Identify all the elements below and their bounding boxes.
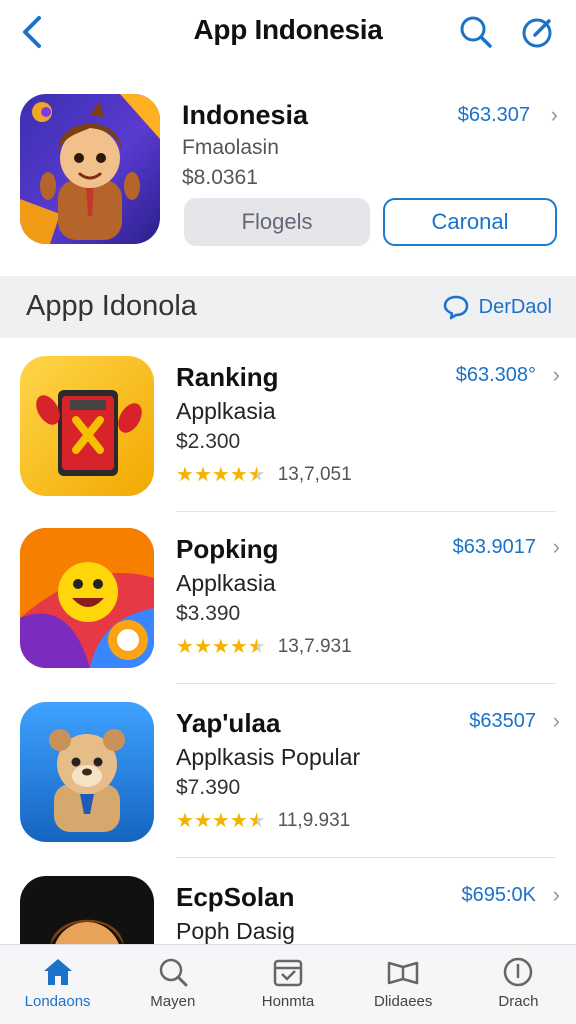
featured-secondary-button[interactable]: Caronal [383, 198, 557, 246]
star-rating: ★★★★★ 11,9.931 [176, 810, 350, 832]
featured-app-name: Indonesia [182, 100, 309, 130]
list-item[interactable]: Yap'ulaa Applkasis Popular $7.390 ★★★★★ … [0, 686, 576, 858]
star-icon: ★ [193, 809, 212, 832]
calendar-icon [273, 959, 303, 987]
nav-bar: App Indonesia [0, 0, 576, 64]
star-icon: ★ [211, 635, 230, 658]
compose-icon [522, 18, 552, 48]
app-subtitle: Applkasia [176, 398, 276, 424]
star-rating: ★★★★★ 13,7.931 [176, 636, 352, 658]
app-subtitle: Poph Dasig [176, 918, 295, 944]
app-rank: $63507 [469, 710, 536, 732]
app-price: $7.390 [176, 776, 241, 799]
rating-count: 13,7,051 [277, 464, 352, 485]
stars: ★★★★★ [176, 637, 266, 658]
featured-primary-button[interactable]: Flogels [184, 198, 370, 246]
section-header: Appp Idonola DerDaol [0, 276, 576, 338]
app-icon [20, 702, 154, 842]
chevron-right-icon: › [552, 362, 560, 387]
app-rank: $63.308° [455, 364, 536, 386]
search-icon [460, 16, 492, 48]
search-icon [159, 958, 188, 987]
app-name: Yap'ulaa [176, 708, 281, 738]
star-icon: ★ [193, 463, 212, 486]
tab-honmta[interactable]: Honmta [230, 945, 345, 1024]
star-icon: ★ [229, 463, 248, 486]
tab-label: Drach [498, 993, 539, 1010]
tab-label: Mayen [150, 993, 196, 1010]
featured-app-subtitle: Fmaolasin [182, 136, 279, 159]
app-subtitle: Applkasis Popular [176, 744, 361, 770]
book-icon [387, 961, 419, 985]
star-icon: ★ [247, 809, 266, 832]
app-icon [20, 528, 154, 668]
tab-label: Honmta [261, 993, 315, 1010]
star-icon: ★ [176, 635, 194, 658]
home-icon [43, 959, 72, 985]
featured-app-rank: $63.307 [457, 104, 530, 126]
app-icon [20, 356, 154, 496]
section-title: Appp Idonola [26, 290, 197, 322]
featured-app-price: $8.0361 [182, 166, 258, 189]
star-icon: ★ [247, 463, 266, 486]
star-icon: ★ [176, 809, 194, 832]
star-icon: ★ [211, 463, 230, 486]
app-price: $2.300 [176, 430, 241, 453]
star-icon: ★ [229, 635, 248, 658]
stars: ★★★★★ [176, 465, 266, 486]
tab-bar: Londaons Mayen Honmta Dlidaees Drach [0, 944, 576, 1024]
star-icon: ★ [247, 635, 266, 658]
chevron-right-icon: › [552, 534, 560, 559]
tab-londaons[interactable]: Londaons [0, 945, 115, 1024]
rating-count: 13,7.931 [277, 636, 352, 657]
list-item[interactable]: Popking Applkasia $3.390 ★★★★★ 13,7.931 … [0, 512, 576, 684]
tab-label: Londaons [24, 993, 91, 1010]
tab-label: Dlidaees [374, 993, 433, 1010]
app-name: Ranking [176, 362, 279, 392]
rating-count: 11,9.931 [277, 810, 351, 831]
divider [176, 857, 556, 858]
divider [176, 683, 556, 684]
list-item[interactable]: Ranking Applkasia $2.300 ★★★★★ 13,7,051 … [0, 340, 576, 512]
star-icon: ★ [176, 463, 194, 486]
app-rank: $695:0K [461, 884, 536, 906]
app-price: $3.390 [176, 602, 241, 625]
chat-bubble-icon [443, 295, 468, 320]
star-icon: ★ [229, 809, 248, 832]
tab-drach[interactable]: Drach [461, 945, 576, 1024]
featured-app-icon [20, 94, 160, 244]
star-icon: ★ [211, 809, 230, 832]
compose-button[interactable] [518, 12, 558, 52]
section-see-all-link[interactable]: DerDaol [443, 294, 552, 320]
featured-app[interactable]: Indonesia Fmaolasin $8.0361 $63.307 › Fl… [0, 76, 576, 272]
stars: ★★★★★ [176, 811, 266, 832]
chevron-right-icon: › [552, 882, 560, 907]
star-icon: ★ [193, 635, 212, 658]
app-name: EcpSolan [176, 882, 295, 912]
star-rating: ★★★★★ 13,7,051 [176, 464, 352, 486]
tab-dlidaees[interactable]: Dlidaees [346, 945, 461, 1024]
tab-mayen[interactable]: Mayen [115, 945, 230, 1024]
info-icon [504, 957, 533, 987]
section-link-label: DerDaol [478, 295, 552, 318]
app-name: Popking [176, 534, 279, 564]
search-button[interactable] [456, 12, 496, 52]
chevron-right-icon: › [550, 102, 558, 127]
chevron-right-icon: › [552, 708, 560, 733]
app-rank: $63.9017 [452, 536, 536, 558]
app-subtitle: Applkasia [176, 570, 276, 596]
